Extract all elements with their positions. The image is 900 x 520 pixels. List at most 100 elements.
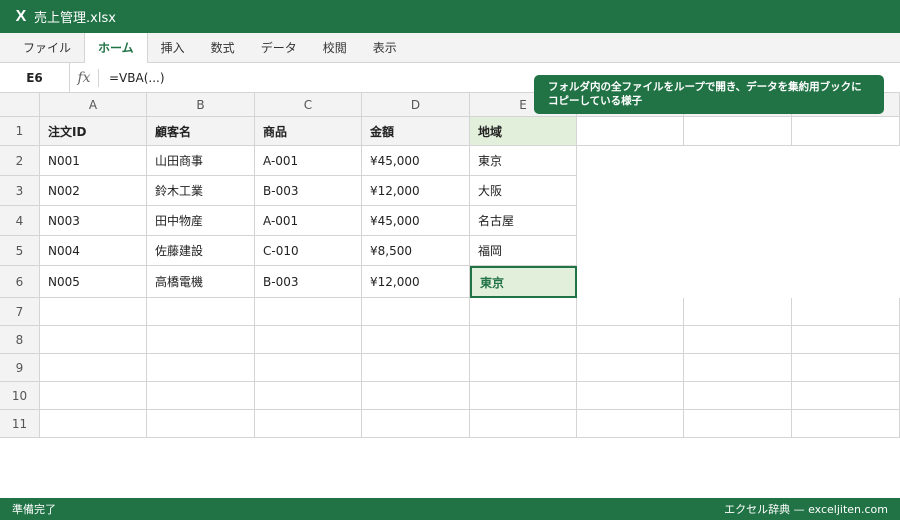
cell[interactable] xyxy=(470,382,577,410)
cell[interactable] xyxy=(792,382,900,410)
cell[interactable] xyxy=(255,382,362,410)
data-cell[interactable]: 佐藤建設 xyxy=(147,236,255,266)
data-cell[interactable]: C-010 xyxy=(255,236,362,266)
cell[interactable] xyxy=(255,326,362,354)
header-cell[interactable]: 金額 xyxy=(362,117,470,146)
column-header[interactable]: C xyxy=(255,93,362,117)
cell[interactable] xyxy=(792,298,900,326)
cell[interactable] xyxy=(792,354,900,382)
cell[interactable] xyxy=(147,382,255,410)
cell[interactable] xyxy=(792,117,900,146)
cell[interactable] xyxy=(684,382,792,410)
cell[interactable] xyxy=(470,326,577,354)
row-header[interactable]: 9 xyxy=(0,354,40,382)
cell[interactable] xyxy=(40,326,147,354)
data-cell[interactable]: 田中物産 xyxy=(147,206,255,236)
cell[interactable] xyxy=(470,298,577,326)
data-cell[interactable]: ¥45,000 xyxy=(362,206,470,236)
select-all-corner[interactable] xyxy=(0,93,40,117)
data-cell[interactable]: 高橋電機 xyxy=(147,266,255,298)
cell[interactable] xyxy=(684,117,792,146)
cell[interactable] xyxy=(255,298,362,326)
cell[interactable] xyxy=(362,326,470,354)
tab-data[interactable]: データ xyxy=(248,33,310,63)
cell[interactable] xyxy=(684,410,792,438)
cell[interactable] xyxy=(684,326,792,354)
cell[interactable] xyxy=(792,410,900,438)
cell[interactable] xyxy=(40,410,147,438)
fx-icon[interactable]: fx xyxy=(70,68,99,87)
row-header[interactable]: 7 xyxy=(0,298,40,326)
cell[interactable] xyxy=(684,298,792,326)
data-cell[interactable]: N005 xyxy=(40,266,147,298)
data-cell[interactable]: ¥12,000 xyxy=(362,176,470,206)
row-header[interactable]: 2 xyxy=(0,146,40,176)
cell[interactable] xyxy=(147,354,255,382)
cell[interactable] xyxy=(147,410,255,438)
cell[interactable] xyxy=(40,354,147,382)
row-header[interactable]: 6 xyxy=(0,266,40,298)
row-header[interactable]: 4 xyxy=(0,206,40,236)
data-cell[interactable]: 福岡 xyxy=(470,236,577,266)
data-cell[interactable]: ¥45,000 xyxy=(362,146,470,176)
cell[interactable] xyxy=(255,354,362,382)
data-cell[interactable]: 山田商事 xyxy=(147,146,255,176)
row-header[interactable]: 11 xyxy=(0,410,40,438)
row-header[interactable]: 10 xyxy=(0,382,40,410)
tab-review[interactable]: 校閲 xyxy=(310,33,360,63)
row-header[interactable]: 3 xyxy=(0,176,40,206)
cell[interactable] xyxy=(40,382,147,410)
tab-file[interactable]: ファイル xyxy=(10,33,84,63)
row-header[interactable]: 8 xyxy=(0,326,40,354)
tab-formulas[interactable]: 数式 xyxy=(198,33,248,63)
data-cell[interactable]: A-001 xyxy=(255,206,362,236)
tab-view[interactable]: 表示 xyxy=(360,33,410,63)
data-cell[interactable]: 名古屋 xyxy=(470,206,577,236)
cell[interactable] xyxy=(362,354,470,382)
data-cell[interactable]: 鈴木工業 xyxy=(147,176,255,206)
header-cell[interactable]: 地域 xyxy=(470,117,577,146)
cell[interactable] xyxy=(255,410,362,438)
cell[interactable] xyxy=(792,326,900,354)
header-cell[interactable]: 注文ID xyxy=(40,117,147,146)
cell[interactable] xyxy=(147,326,255,354)
cell[interactable] xyxy=(470,410,577,438)
header-cell[interactable]: 顧客名 xyxy=(147,117,255,146)
cell[interactable] xyxy=(147,298,255,326)
selected-cell[interactable]: 東京 xyxy=(470,266,577,298)
site-credit: エクセル辞典 — exceljiten.com xyxy=(724,503,888,516)
cell[interactable] xyxy=(577,382,684,410)
cell[interactable] xyxy=(362,410,470,438)
data-cell[interactable]: ¥12,000 xyxy=(362,266,470,298)
cell[interactable] xyxy=(577,354,684,382)
data-cell[interactable]: ¥8,500 xyxy=(362,236,470,266)
cell[interactable] xyxy=(470,354,577,382)
cell[interactable] xyxy=(362,298,470,326)
cell[interactable] xyxy=(577,298,684,326)
data-cell[interactable]: 大阪 xyxy=(470,176,577,206)
data-cell[interactable]: 東京 xyxy=(470,146,577,176)
data-cell[interactable]: N003 xyxy=(40,206,147,236)
data-cell[interactable]: N004 xyxy=(40,236,147,266)
tab-home[interactable]: ホーム xyxy=(84,33,148,64)
header-cell[interactable]: 商品 xyxy=(255,117,362,146)
data-cell[interactable]: B-003 xyxy=(255,266,362,298)
data-cell[interactable]: N002 xyxy=(40,176,147,206)
cell[interactable] xyxy=(40,298,147,326)
row-header[interactable]: 5 xyxy=(0,236,40,266)
row-header[interactable]: 1 xyxy=(0,117,40,146)
data-cell[interactable]: B-003 xyxy=(255,176,362,206)
column-header[interactable]: A xyxy=(40,93,147,117)
cell[interactable] xyxy=(577,326,684,354)
name-box[interactable]: E6 xyxy=(0,62,70,93)
tab-insert[interactable]: 挿入 xyxy=(148,33,198,63)
cell[interactable] xyxy=(362,382,470,410)
column-header[interactable]: D xyxy=(362,93,470,117)
cell[interactable] xyxy=(577,410,684,438)
cell[interactable] xyxy=(577,117,684,146)
formula-input[interactable]: =VBA(...) xyxy=(99,71,165,85)
cell[interactable] xyxy=(684,354,792,382)
data-cell[interactable]: N001 xyxy=(40,146,147,176)
data-cell[interactable]: A-001 xyxy=(255,146,362,176)
column-header[interactable]: B xyxy=(147,93,255,117)
